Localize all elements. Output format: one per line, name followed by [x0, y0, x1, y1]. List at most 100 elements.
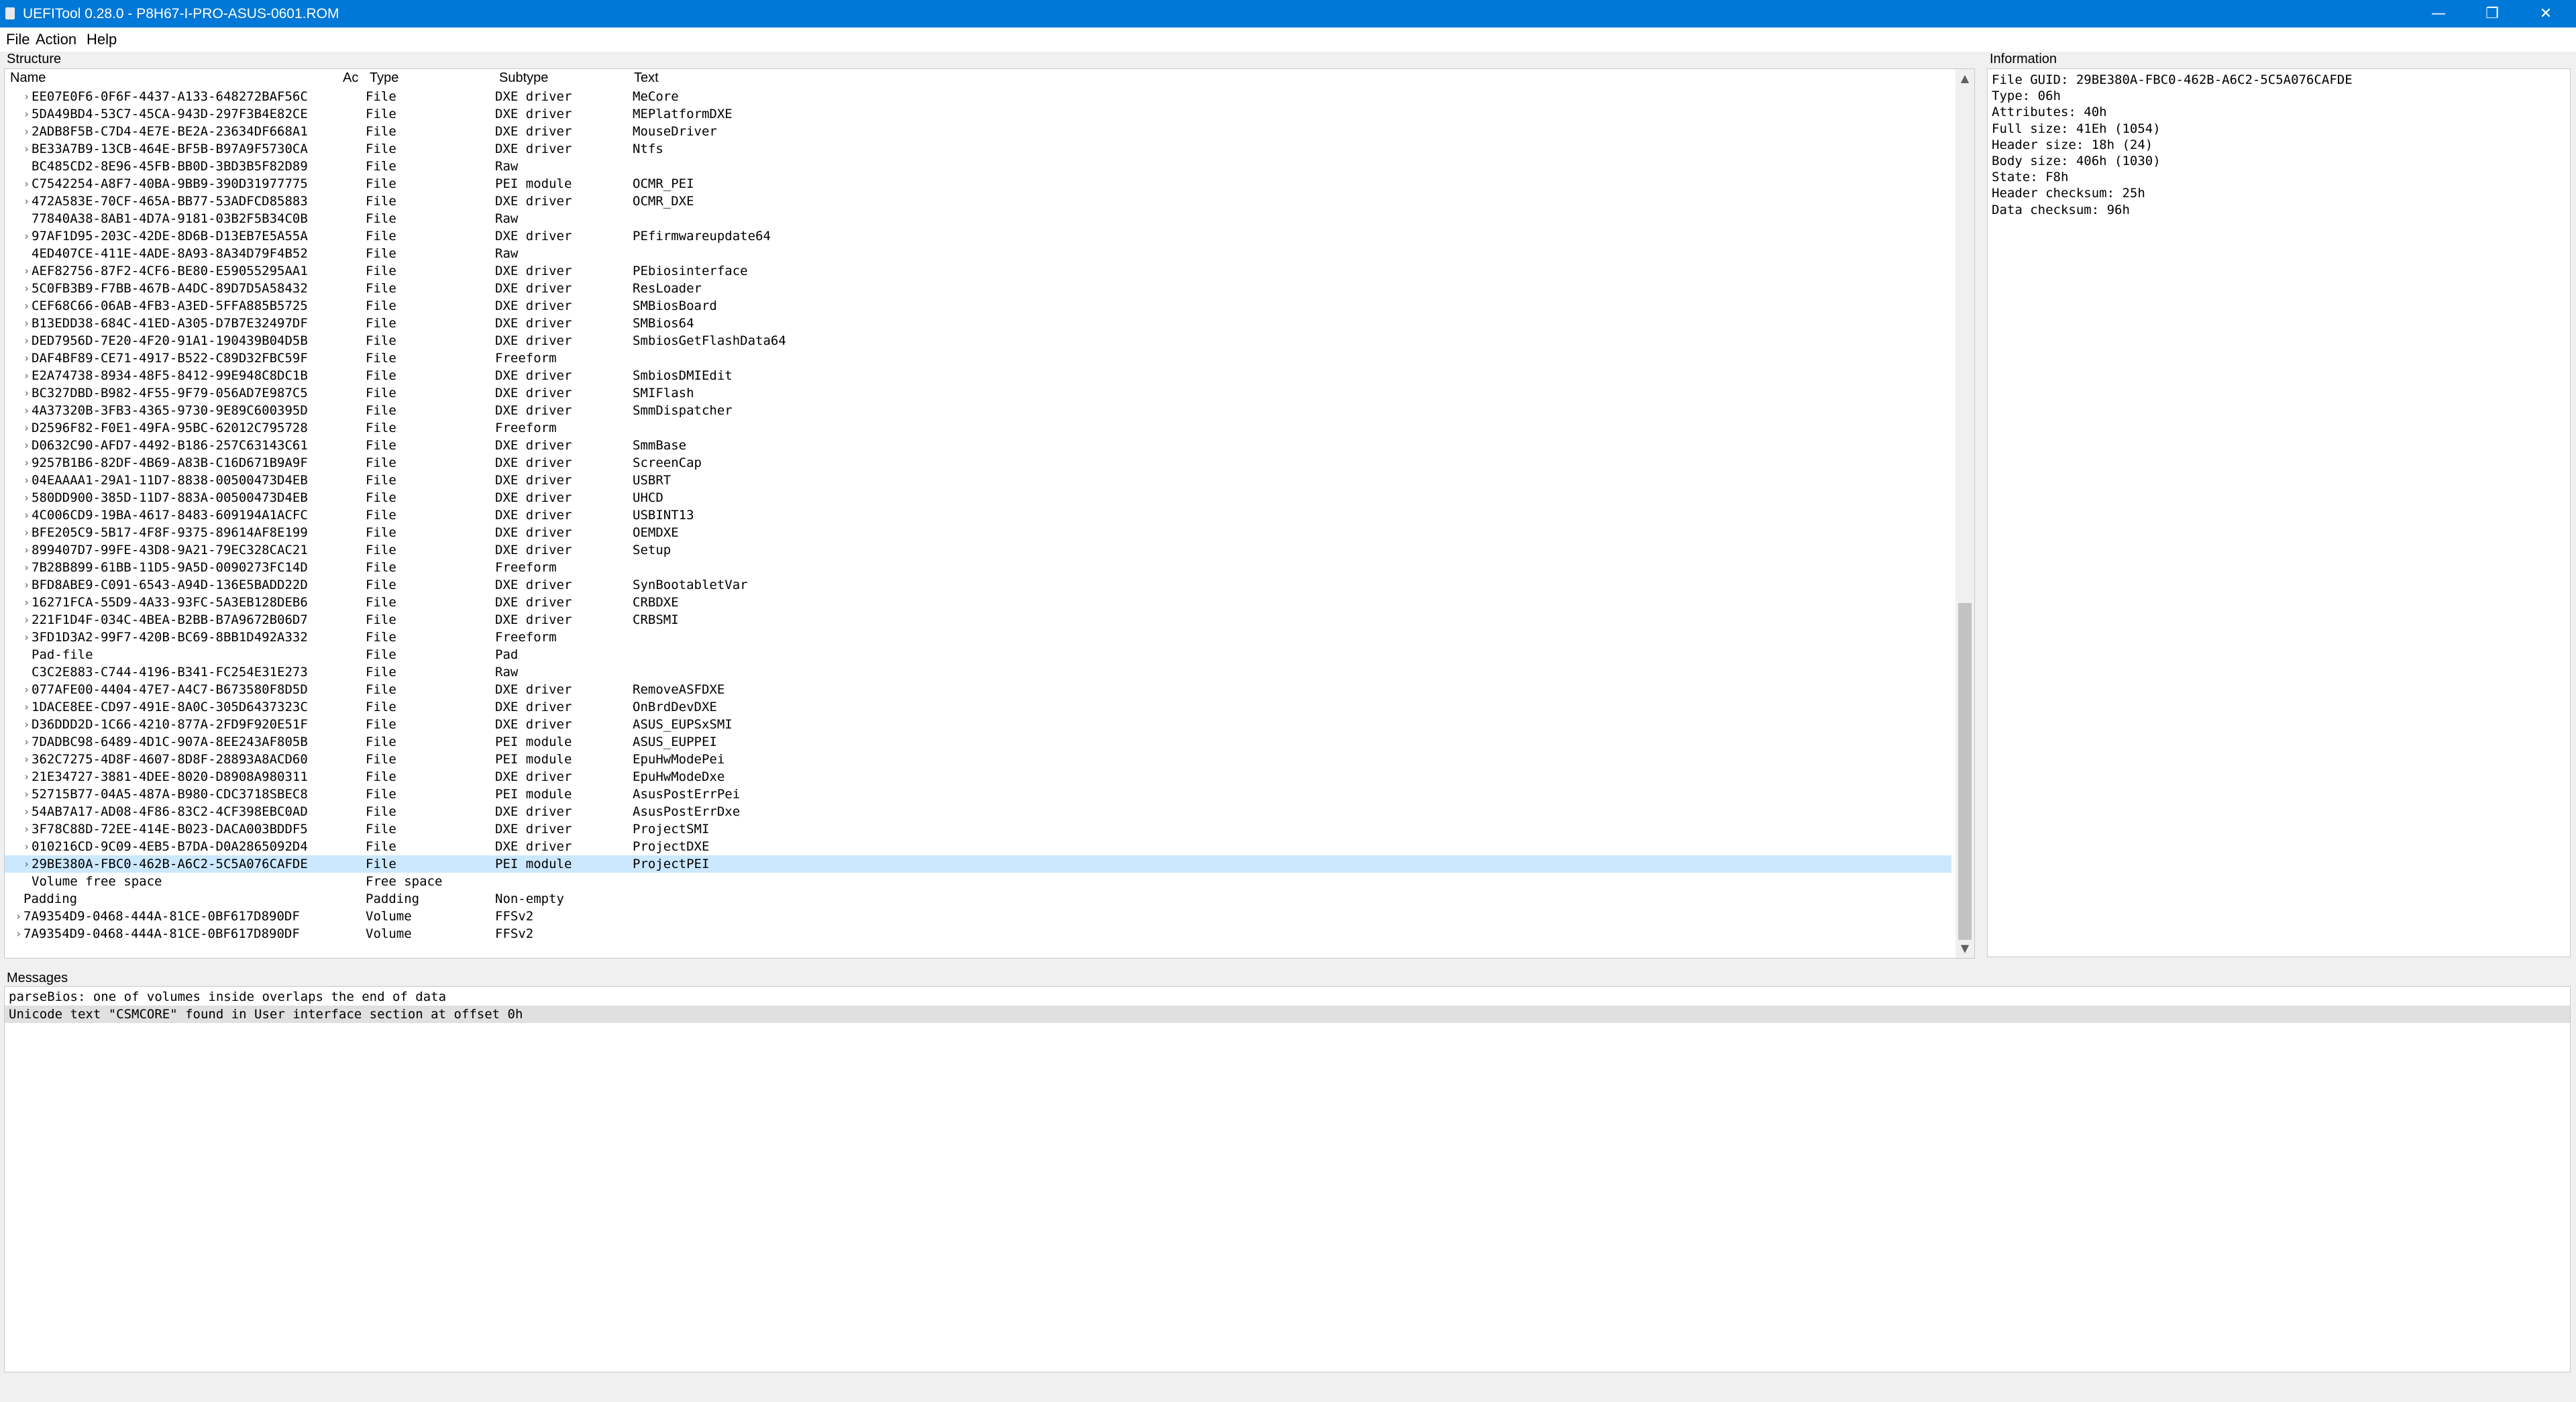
tree-row[interactable]: › 5C0FB3B9-F7BB-467B-A4DC-89D7D5A58432 Fil… — [5, 280, 1951, 297]
tree-row[interactable]: › D36DDD2D-1C66-4210-877A-2FD9F920E51F Fil… — [5, 716, 1951, 733]
expand-arrow-icon[interactable]: › — [23, 768, 30, 786]
column-subtype-header[interactable]: Subtype — [499, 69, 548, 87]
expand-arrow-icon[interactable]: › — [23, 541, 30, 559]
menu-action[interactable]: Action — [34, 30, 78, 49]
expand-arrow-icon[interactable]: › — [23, 105, 30, 123]
tree-row[interactable]: › 3F78C88D-72EE-414E-B023-DACA003BDDF5 Fil… — [5, 820, 1951, 838]
expand-arrow-icon[interactable]: › — [23, 629, 30, 646]
tree-row[interactable]: › 04EAAAA1-29A1-11D7-8838-00500473D4EB Fil… — [5, 472, 1951, 489]
expand-arrow-icon[interactable]: › — [23, 123, 30, 140]
tree-row[interactable]: BC485CD2-8E96-45FB-BB0D-3BD3B5F82D89 File… — [5, 158, 1951, 175]
scroll-up-arrow-icon[interactable]: ▲ — [1955, 69, 1974, 88]
tree-row[interactable]: › 010216CD-9C09-4EB5-B7DA-D0A2865092D4 Fil… — [5, 838, 1951, 855]
tree-row[interactable]: › BC327DBD-B982-4F55-9F79-056AD7E987C5 Fil… — [5, 384, 1951, 402]
tree-row[interactable]: › 1DACE8EE-CD97-491E-8A0C-305D6437323C Fil… — [5, 698, 1951, 716]
expand-arrow-icon[interactable]: › — [23, 419, 30, 437]
expand-arrow-icon[interactable]: › — [23, 838, 30, 855]
column-name-header[interactable]: Name — [10, 69, 46, 87]
expand-arrow-icon[interactable]: › — [23, 315, 30, 332]
expand-arrow-icon[interactable]: › — [23, 384, 30, 402]
tree-row[interactable]: › B13EDD38-684C-41ED-A305-D7B7E32497DF Fil… — [5, 315, 1951, 332]
expand-arrow-icon[interactable]: › — [23, 472, 30, 489]
tree-row[interactable]: › 362C7275-4D8F-4607-8D8F-28893A8ACD60 Fil… — [5, 751, 1951, 768]
tree-row[interactable]: › BFD8ABE9-C091-6543-A94D-136E5BADD22D Fil… — [5, 576, 1951, 594]
expand-arrow-icon[interactable]: › — [23, 402, 30, 419]
expand-arrow-icon[interactable]: › — [15, 925, 21, 942]
tree-row[interactable]: › E2A74738-8934-48F5-8412-99E948C8DC1B Fil… — [5, 367, 1951, 384]
tree-row[interactable]: Padding Padding Non-empty — [5, 890, 1951, 908]
expand-arrow-icon[interactable]: › — [23, 175, 30, 193]
tree-row[interactable]: › 52715B77-04A5-487A-B980-CDC3718SBEC8 Fil… — [5, 786, 1951, 803]
tree-row[interactable]: › CEF68C66-06AB-4FB3-A3ED-5FFA885B5725 Fil… — [5, 297, 1951, 315]
tree-row-selected[interactable]: › 29BE380A-FBC0-462B-A6C2-5C5A076CAFDE Fil… — [5, 855, 1951, 873]
expand-arrow-icon[interactable]: › — [15, 908, 21, 925]
tree-row[interactable]: › 580DD900-385D-11D7-883A-00500473D4EB Fil… — [5, 489, 1951, 506]
messages-list[interactable]: parseBios: one of volumes inside overlap… — [4, 986, 2571, 1372]
structure-tree[interactable]: Name Ac Type Subtype Text › EE07E0F6-0F6F… — [4, 68, 1975, 959]
information-panel[interactable]: File GUID: 29BE380A-FBC0-462B-A6C2-5C5A0… — [1987, 68, 2571, 957]
expand-arrow-icon[interactable]: › — [23, 332, 30, 349]
tree-row[interactable]: › 221F1D4F-034C-4BEA-B2BB-B7A9672B06D7 Fil… — [5, 611, 1951, 629]
maximize-button[interactable]: ❐ — [2462, 0, 2522, 28]
expand-arrow-icon[interactable]: › — [23, 297, 30, 315]
expand-arrow-icon[interactable]: › — [23, 559, 30, 576]
tree-row[interactable]: › 4C006CD9-19BA-4617-8483-609194A1ACFC Fil… — [5, 506, 1951, 524]
tree-row[interactable]: › 21E34727-3881-4DEE-8020-D8908A980311 Fil… — [5, 768, 1951, 786]
tree-row[interactable]: › 97AF1D95-203C-42DE-8D6B-D13EB7E5A55A Fil… — [5, 227, 1951, 245]
tree-row[interactable]: › 472A583E-70CF-465A-BB77-53ADFCD85883 Fil… — [5, 193, 1951, 210]
tree-row[interactable]: › 3FD1D3A2-99F7-420B-BC69-8BB1D492A332 Fil… — [5, 629, 1951, 646]
tree-row[interactable]: Pad-file File Pad — [5, 646, 1951, 663]
column-text-header[interactable]: Text — [634, 69, 659, 87]
expand-arrow-icon[interactable]: › — [23, 506, 30, 524]
expand-arrow-icon[interactable]: › — [23, 820, 30, 838]
expand-arrow-icon[interactable]: › — [23, 855, 30, 873]
tree-row[interactable]: › 2ADB8F5B-C7D4-4E7E-BE2A-23634DF668A1 Fil… — [5, 123, 1951, 140]
tree-row[interactable]: › DED7956D-7E20-4F20-91A1-190439B04D5B Fil… — [5, 332, 1951, 349]
tree-row[interactable]: › 7A9354D9-0468-444A-81CE-0BF617D890DF Vol… — [5, 908, 1951, 925]
tree-row[interactable]: › 7A9354D9-0468-444A-81CE-0BF617D890DF Vol… — [5, 925, 1951, 942]
expand-arrow-icon[interactable]: › — [23, 716, 30, 733]
expand-arrow-icon[interactable]: › — [23, 786, 30, 803]
scroll-down-arrow-icon[interactable]: ▼ — [1955, 939, 1974, 958]
tree-row[interactable]: › 7DADBC98-6489-4D1C-907A-8EE243AF805B Fil… — [5, 733, 1951, 751]
column-action-header[interactable]: Ac — [343, 69, 358, 87]
tree-row[interactable]: › BE33A7B9-13CB-464E-BF5B-B97A9F5730CA Fil… — [5, 140, 1951, 158]
expand-arrow-icon[interactable]: › — [23, 349, 30, 367]
menu-file[interactable]: File — [4, 30, 32, 49]
close-button[interactable]: ✕ — [2516, 0, 2576, 28]
tree-row[interactable]: › 7B28B899-61BB-11D5-9A5D-0090273FC14D Fil… — [5, 559, 1951, 576]
tree-row[interactable]: › 4A37320B-3FB3-4365-9730-9E89C600395D Fil… — [5, 402, 1951, 419]
expand-arrow-icon[interactable]: › — [23, 88, 30, 105]
message-item[interactable]: Unicode text "CSMCORE" found in User int… — [5, 1006, 2570, 1023]
tree-row[interactable]: › D0632C90-AFD7-4492-B186-257C63143C61 Fil… — [5, 437, 1951, 454]
expand-arrow-icon[interactable]: › — [23, 437, 30, 454]
expand-arrow-icon[interactable]: › — [23, 193, 30, 210]
expand-arrow-icon[interactable]: › — [23, 227, 30, 245]
tree-row[interactable]: › DAF4BF89-CE71-4917-B522-C89D32FBC59F Fil… — [5, 349, 1951, 367]
tree-row[interactable]: › 54AB7A17-AD08-4F86-83C2-4CF398EBC0AD Fil… — [5, 803, 1951, 820]
tree-row[interactable]: › C7542254-A8F7-40BA-9BB9-390D31977775 Fil… — [5, 175, 1951, 193]
tree-row[interactable]: › 5DA49BD4-53C7-45CA-943D-297F3B4E82CE Fil… — [5, 105, 1951, 123]
tree-row[interactable]: 4ED407CE-411E-4ADE-8A93-8A34D79F4B52 File… — [5, 245, 1951, 262]
expand-arrow-icon[interactable]: › — [23, 803, 30, 820]
expand-arrow-icon[interactable]: › — [23, 262, 30, 280]
expand-arrow-icon[interactable]: › — [23, 280, 30, 297]
tree-row[interactable]: › EE07E0F6-0F6F-4437-A133-648272BAF56C Fil… — [5, 88, 1951, 105]
column-type-header[interactable]: Type — [370, 69, 398, 87]
expand-arrow-icon[interactable]: › — [23, 140, 30, 158]
expand-arrow-icon[interactable]: › — [23, 524, 30, 541]
menu-help[interactable]: Help — [85, 30, 119, 49]
tree-row[interactable]: › BFE205C9-5B17-4F8F-9375-89614AF8E199 Fil… — [5, 524, 1951, 541]
expand-arrow-icon[interactable]: › — [23, 576, 30, 594]
scrollbar-thumb[interactable] — [1958, 603, 1972, 940]
tree-row[interactable]: C3C2E883-C744-4196-B341-FC254E31E273 File… — [5, 663, 1951, 681]
message-item[interactable]: parseBios: one of volumes inside overlap… — [5, 988, 2570, 1006]
expand-arrow-icon[interactable]: › — [23, 751, 30, 768]
tree-row[interactable]: › 077AFE00-4404-47E7-A4C7-B673580F8D5D Fil… — [5, 681, 1951, 698]
expand-arrow-icon[interactable]: › — [23, 454, 30, 472]
expand-arrow-icon[interactable]: › — [23, 681, 30, 698]
expand-arrow-icon[interactable]: › — [23, 489, 30, 506]
tree-scrollbar[interactable]: ▲ ▼ — [1955, 69, 1974, 958]
expand-arrow-icon[interactable]: › — [23, 594, 30, 611]
expand-arrow-icon[interactable]: › — [23, 367, 30, 384]
